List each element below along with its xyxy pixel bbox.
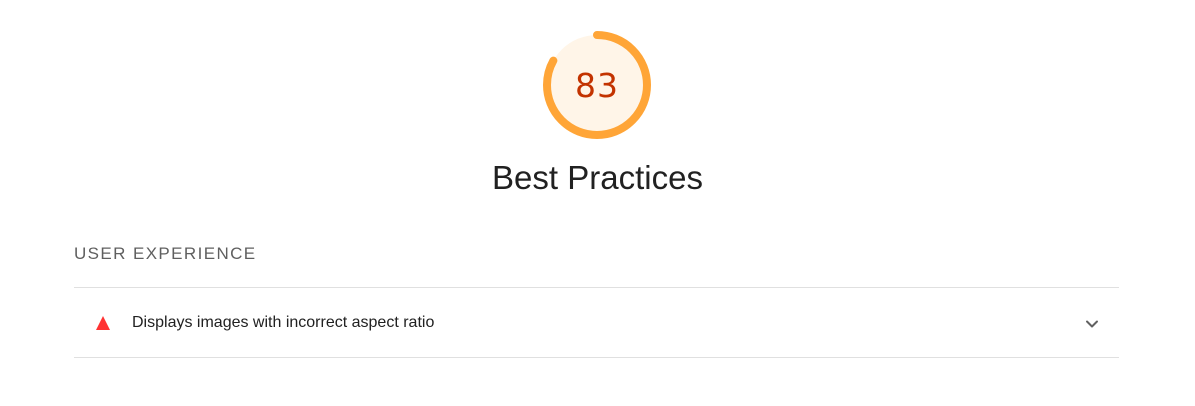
section-heading: USER EXPERIENCE [74,230,1119,288]
audit-group-user-experience: USER EXPERIENCE Displays images with inc… [74,230,1119,358]
fail-triangle-icon [96,316,110,330]
category-title: Best Practices [492,159,703,196]
audit-row-image-aspect-ratio[interactable]: Displays images with incorrect aspect ra… [74,288,1119,358]
score-gauge[interactable]: 83 [538,26,656,144]
audit-title: Displays images with incorrect aspect ra… [132,314,435,331]
gauge-score-value: 83 [575,65,619,105]
chevron-down-icon[interactable] [1080,312,1104,336]
